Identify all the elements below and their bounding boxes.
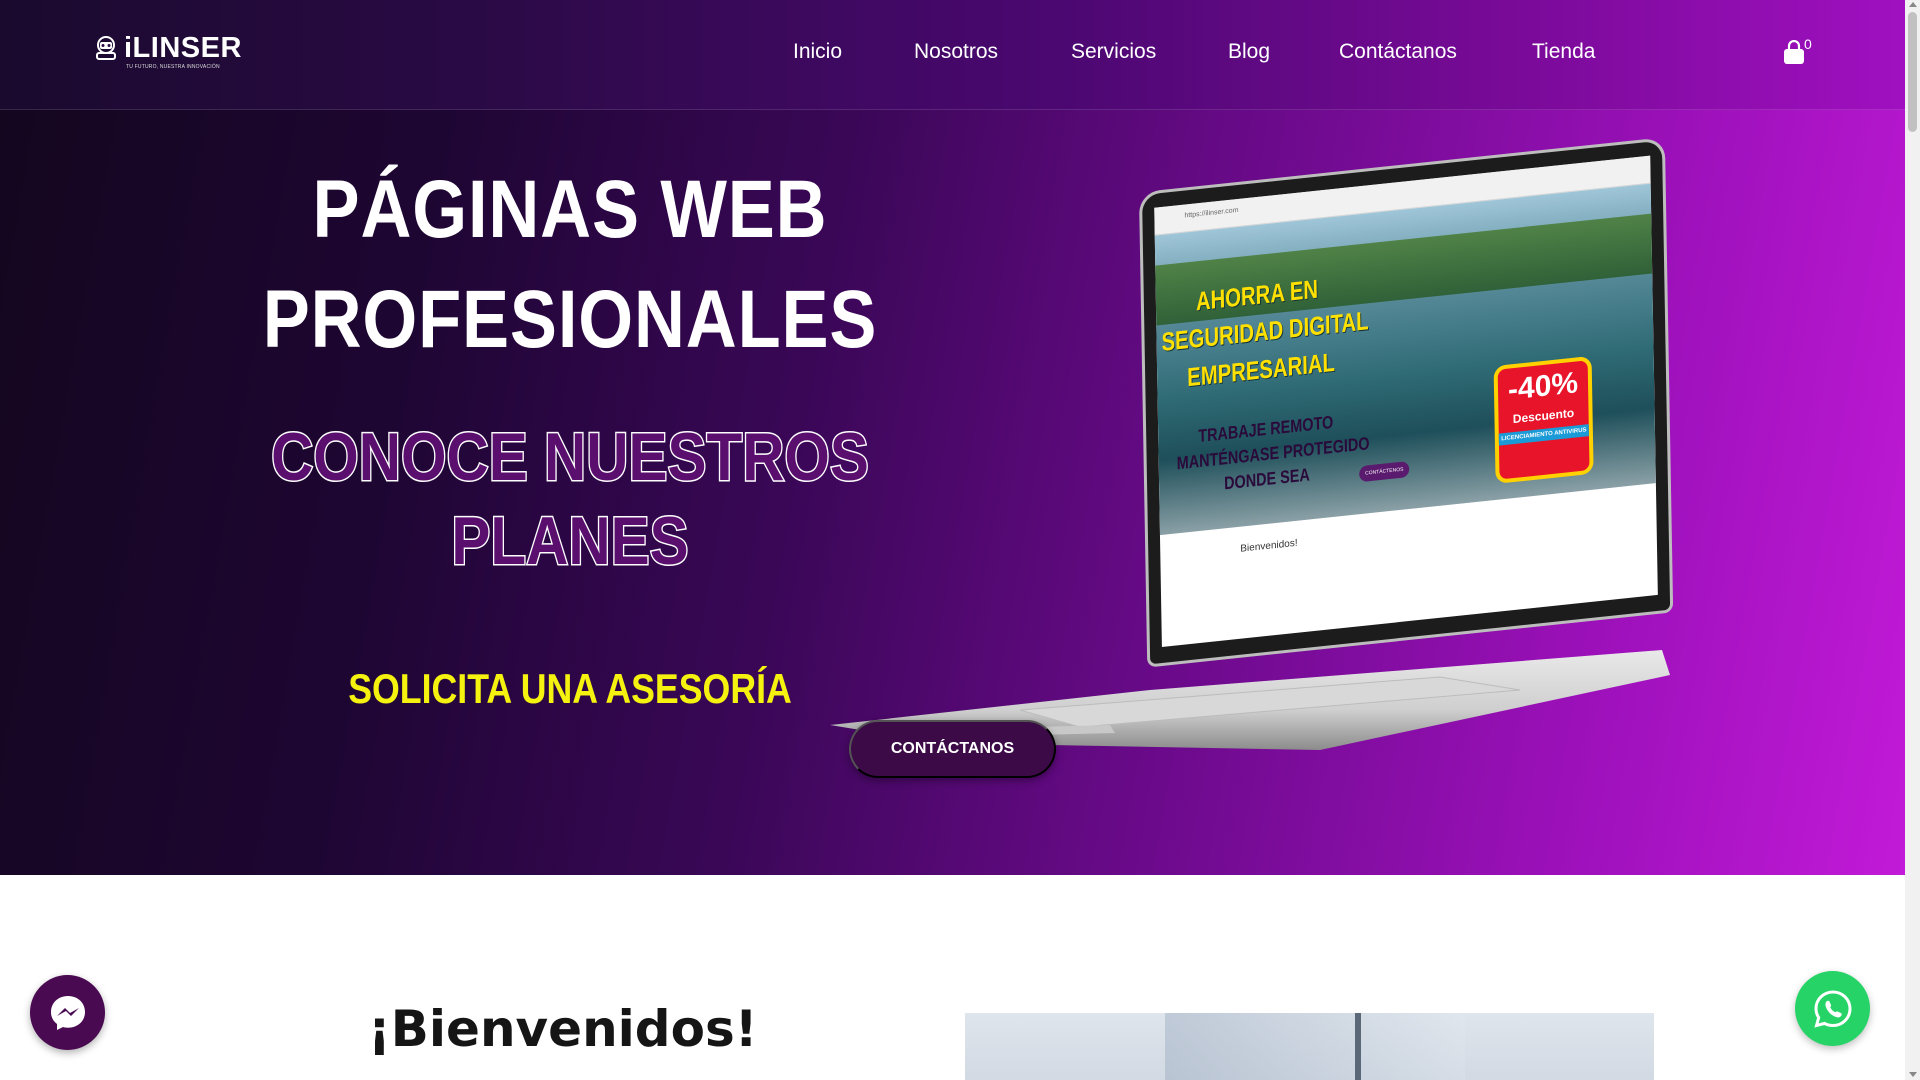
- cart-count-badge: 0: [1804, 36, 1812, 52]
- nav-item-blog[interactable]: Blog: [1228, 40, 1270, 64]
- laptop-promo-banner: AHORRA EN SEGURIDAD DIGITAL EMPRESARIAL …: [1154, 183, 1656, 536]
- laptop-image: https://ilinser.com AHORRA EN SEGURIDAD …: [820, 140, 1680, 795]
- site-logo[interactable]: iLINSER TU FUTURO, NUESTRA INNOVACIÓN: [92, 32, 242, 70]
- discount-small-label: LICENCIAMIENTO ANTIVIRUS: [1498, 424, 1589, 446]
- banner-contact-button: CONTÁCTENOS: [1359, 461, 1410, 483]
- scrollbar-thumb[interactable]: [1908, 12, 1917, 132]
- welcome-image-glass: [1165, 1013, 1465, 1080]
- welcome-image: [965, 1013, 1654, 1080]
- scroll-down-arrow-icon[interactable]: [1909, 1072, 1917, 1077]
- logo-robot-icon: [96, 36, 116, 60]
- logo-text: iLINSER: [124, 32, 242, 64]
- hero-subtitle: CONOCE NUESTROS PLANES: [226, 415, 914, 583]
- hero-cta-text: SOLICITA UNA ASESORÍA: [348, 665, 792, 712]
- page-scrollbar[interactable]: [1905, 0, 1920, 1080]
- welcome-section: ¡Bienvenidos!: [0, 875, 1905, 1080]
- scroll-up-arrow-icon[interactable]: [1909, 2, 1917, 7]
- nav-item-tienda[interactable]: Tienda: [1532, 40, 1595, 64]
- site-header: iLINSER TU FUTURO, NUESTRA INNOVACIÓN In…: [0, 0, 1905, 110]
- nav-item-servicios[interactable]: Servicios: [1071, 40, 1156, 64]
- hero-title-line2: PROFESIONALES: [262, 274, 878, 365]
- welcome-image-post: [1355, 1013, 1361, 1080]
- messenger-icon: [50, 995, 85, 1030]
- page: iLINSER TU FUTURO, NUESTRA INNOVACIÓN In…: [0, 0, 1920, 1080]
- laptop-screen: https://ilinser.com AHORRA EN SEGURIDAD …: [1142, 140, 1671, 665]
- hero-title: PÁGINAS WEB PROFESIONALES: [226, 155, 914, 375]
- discount-badge: -40% Descuento LICENCIAMIENTO ANTIVIRUS: [1497, 360, 1590, 480]
- hero-banner: PÁGINAS WEB PROFESIONALES CONOCE NUESTRO…: [0, 110, 1905, 875]
- hero-title-line1: PÁGINAS WEB: [312, 164, 828, 255]
- contact-button[interactable]: CONTÁCTANOS: [849, 720, 1056, 778]
- banner-small-3: DONDE SEA: [1223, 464, 1310, 494]
- laptop-screen-content: https://ilinser.com AHORRA EN SEGURIDAD …: [1154, 155, 1658, 647]
- laptop-browser-url: https://ilinser.com: [1184, 206, 1239, 220]
- whatsapp-chat-button[interactable]: [1795, 971, 1870, 1046]
- laptop-below-banner-text: Bienvenidos!: [1240, 537, 1298, 555]
- nav-item-contactanos[interactable]: Contáctanos: [1339, 40, 1457, 64]
- hero-subtitle-line1: CONOCE NUESTROS: [270, 418, 870, 497]
- welcome-heading: ¡Bienvenidos!: [368, 1000, 758, 1058]
- logo-tagline: TU FUTURO, NUESTRA INNOVACIÓN: [126, 64, 220, 70]
- banner-line-3: EMPRESARIAL: [1186, 346, 1336, 393]
- nav-item-inicio[interactable]: Inicio: [793, 40, 842, 64]
- shopping-bag-icon[interactable]: [1782, 40, 1806, 66]
- whatsapp-icon: [1813, 989, 1852, 1028]
- hero-subtitle-line2: PLANES: [450, 502, 690, 581]
- messenger-chat-button[interactable]: [30, 975, 105, 1050]
- nav-item-nosotros[interactable]: Nosotros: [914, 40, 998, 64]
